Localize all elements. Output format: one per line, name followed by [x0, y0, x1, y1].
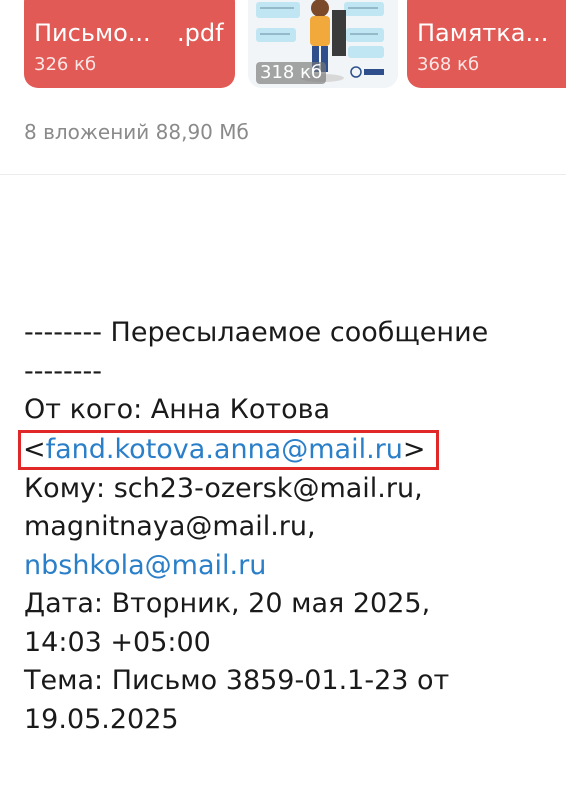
- attachments-strip: Письмо... .pdf 326 кб 318 кб Памятка... …: [0, 0, 566, 92]
- attachment-filename: Письмо...: [34, 19, 151, 47]
- attachment-extension: .pdf: [177, 19, 224, 47]
- attachment-name: Письмо... .pdf: [34, 18, 224, 48]
- recipient-email-link[interactable]: nbshkola@mail.ru: [24, 547, 554, 586]
- from-label: От кого: Анна Котова: [24, 394, 331, 425]
- attachment-image-card[interactable]: 318 кб: [248, 0, 398, 88]
- to-line: magnitnaya@mail.ru,: [24, 511, 316, 542]
- attachment-memo-card[interactable]: Памятка... 368 кб: [407, 0, 566, 88]
- date-line: 14:03 +05:00: [24, 626, 211, 658]
- subject-line: Тема: Письмо 3859-01.1-23 от: [24, 665, 450, 696]
- attachment-filename: Памятка...: [417, 19, 549, 47]
- from-email-row: <fand.kotova.anna@mail.ru>: [18, 429, 554, 470]
- to-line: Кому: sch23-ozersk@mail.ru,: [24, 472, 423, 504]
- forward-header-dashes: --------: [24, 355, 102, 387]
- attachment-size: 326 кб: [34, 54, 97, 75]
- subject-line: 19.05.2025: [24, 703, 179, 735]
- attachment-size: 318 кб: [256, 62, 327, 84]
- attachments-summary: 8 вложений 88,90 Мб: [24, 120, 249, 144]
- forwarded-message: -------- Пересылаемое сообщение --------…: [18, 314, 554, 739]
- attachment-pdf-card[interactable]: Письмо... .pdf 326 кб: [24, 0, 235, 88]
- forward-header: -------- Пересылаемое сообщение: [24, 317, 489, 348]
- sender-email-link[interactable]: fand.kotova.anna@mail.ru: [46, 434, 403, 465]
- divider: [0, 174, 566, 175]
- highlighted-sender-email: <fand.kotova.anna@mail.ru>: [18, 429, 439, 470]
- date-line: Дата: Вторник, 20 мая 2025,: [24, 588, 431, 619]
- attachment-size: 368 кб: [417, 54, 480, 75]
